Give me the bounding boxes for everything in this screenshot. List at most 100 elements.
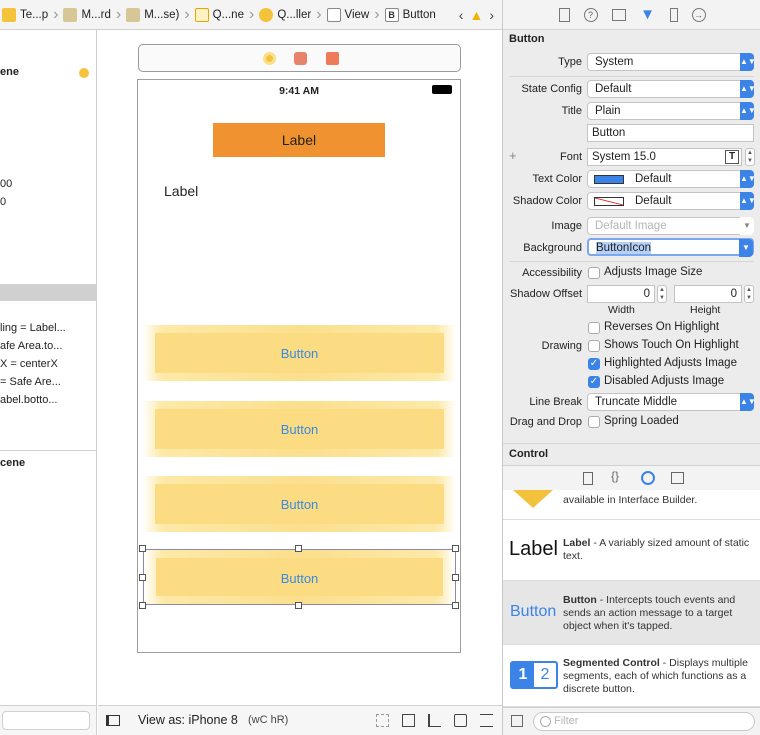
exit-icon[interactable] [326,52,339,65]
size-inspector-icon[interactable] [669,7,678,22]
shadow-height-stepper[interactable]: ▲ ▼ [744,285,754,303]
title-text-field[interactable]: Button [587,124,754,142]
filter-icon [540,716,551,727]
highlighted-adjusts-checkbox[interactable]: ✓ [588,358,600,370]
library-item-partial[interactable]: available in Interface Builder. [503,490,760,520]
constraint-item[interactable]: abel.botto... [0,394,97,412]
outline-scene[interactable]: ene [0,66,97,84]
spring-loaded-checkbox[interactable] [588,416,600,428]
crumb-controller[interactable]: Q...ller [259,7,311,22]
resize-handle[interactable] [295,602,302,609]
crumb-button[interactable]: B Button [384,7,436,22]
state-config-popup[interactable]: Default ▲▼ [587,80,756,98]
crumb-base[interactable]: M...se) [126,7,179,22]
drag-and-drop-label: Drag and Drop [509,416,582,428]
constraint-item[interactable]: X = centerX [0,358,97,376]
embed-in-stack-icon[interactable] [402,714,415,727]
library-item-segmented-control[interactable]: 1 2 Segmented Control - Displays multipl… [503,645,760,707]
popup-arrows-icon: ▲▼ [740,80,756,98]
constraint-item[interactable]: afe Area.to... [0,340,97,358]
shadow-offset-width-field[interactable]: 0 [587,285,655,303]
grid-view-icon[interactable] [511,715,523,727]
add-constraints-icon[interactable] [454,714,467,727]
plain-label[interactable]: Label [164,183,198,199]
code-snippet-icon[interactable]: {} [611,469,619,483]
help-icon[interactable]: ? [583,7,598,22]
divider [0,450,97,451]
spring-loaded-label: Spring Loaded [604,415,679,427]
reverses-on-highlight-checkbox[interactable] [588,322,600,334]
storyboard-canvas[interactable]: 9:41 AM Label Label Button Button Button… [98,30,502,705]
image-button[interactable]: Button [143,476,456,532]
disabled-adjusts-checkbox[interactable]: ✓ [588,376,600,388]
jump-bar: Te...p › M...rd › M...se) › Q...ne › Q...lle… [0,0,502,30]
popup-arrows-icon: ▲▼ [740,170,756,188]
image-combo[interactable]: Default Image ▼ [587,217,754,235]
outline-scene[interactable]: cene [0,457,97,475]
object-library-icon[interactable] [641,471,655,485]
file-template-icon[interactable] [583,472,593,485]
accessibility-label: Accessibility [522,267,582,279]
outline-selected-row[interactable] [0,284,97,301]
chevron-right-icon: › [316,5,322,23]
constraint-item[interactable]: ling = Label... [0,322,97,340]
shadow-width-stepper[interactable]: ▲ ▼ [657,285,667,303]
crumb-scene[interactable]: Q...ne [194,7,244,22]
file-inspector-icon[interactable] [558,7,570,22]
view-as-label[interactable]: View as: iPhone 8 [138,713,238,727]
selected-image-button[interactable]: Button [143,549,456,605]
connections-inspector-icon[interactable]: → [691,7,706,22]
title-popup[interactable]: Plain ▲▼ [587,102,756,120]
library-item-button[interactable]: Button Button - Intercepts touch events … [503,581,760,645]
outline-filter-field[interactable] [2,711,90,730]
text-color-popup[interactable]: Default ▲▼ [587,170,756,188]
back-arrow-icon[interactable]: ‹ [459,7,464,23]
align-icon[interactable] [428,714,441,727]
crumb-storyboard[interactable]: M...rd [63,7,111,22]
popup-arrows-icon: ▲▼ [740,53,756,71]
font-field[interactable]: System 15.0 T [587,148,742,166]
toggle-outline-icon[interactable] [106,715,120,726]
reverses-on-highlight-label: Reverses On Highlight [604,321,720,333]
line-break-popup[interactable]: Truncate Middle ▲▼ [587,393,756,411]
crumb-view[interactable]: View [326,7,369,22]
popup-arrows-icon: ▲▼ [740,393,756,411]
crumb-project[interactable]: Te...p [2,7,48,22]
constraint-item[interactable]: = Safe Are... [0,376,97,394]
shadow-offset-height-field[interactable]: 0 [674,285,742,303]
image-button[interactable]: Button [143,325,456,381]
forward-arrow-icon[interactable]: › [489,7,494,23]
type-popup[interactable]: System ▲▼ [587,53,756,71]
resize-handle[interactable] [452,545,459,552]
resize-handle[interactable] [139,602,146,609]
image-button[interactable]: Button [143,401,456,457]
identity-inspector-icon[interactable] [611,8,626,21]
view-controller-icon[interactable] [263,52,276,65]
outline-value[interactable]: 0 [0,196,97,214]
status-bar-time: 9:41 AM [279,85,319,97]
resize-handle[interactable] [139,574,146,581]
warning-icon[interactable]: ▲ [469,7,483,23]
adjusts-image-size-checkbox[interactable] [588,267,600,279]
resize-handle[interactable] [452,602,459,609]
shadow-color-popup[interactable]: Default ▲▼ [587,192,756,210]
resolve-issues-icon[interactable] [480,714,493,727]
font-picker-icon[interactable]: T [725,150,739,164]
attributes-inspector-icon[interactable]: ▼ [640,6,656,23]
outline-value[interactable]: 00 [0,178,97,196]
shows-touch-checkbox[interactable] [588,340,600,352]
resize-handle[interactable] [295,545,302,552]
media-library-icon[interactable] [671,472,684,484]
background-combo[interactable]: ButtonIcon ▼ [587,238,754,257]
font-size-stepper[interactable]: ▲ ▼ [745,148,755,166]
update-frames-icon[interactable] [376,714,389,727]
add-variation-icon[interactable]: + [509,148,517,163]
iphone-frame[interactable]: 9:41 AM Label Label Button Button Button… [137,79,461,653]
library-filter-field[interactable]: Filter [533,712,755,731]
orange-label[interactable]: Label [213,123,385,157]
resize-handle[interactable] [139,545,146,552]
library-item-label[interactable]: Label Label - A variably sized amount of… [503,520,760,581]
first-responder-icon[interactable] [294,52,307,65]
scene-indicator-icon [79,68,89,78]
resize-handle[interactable] [452,574,459,581]
